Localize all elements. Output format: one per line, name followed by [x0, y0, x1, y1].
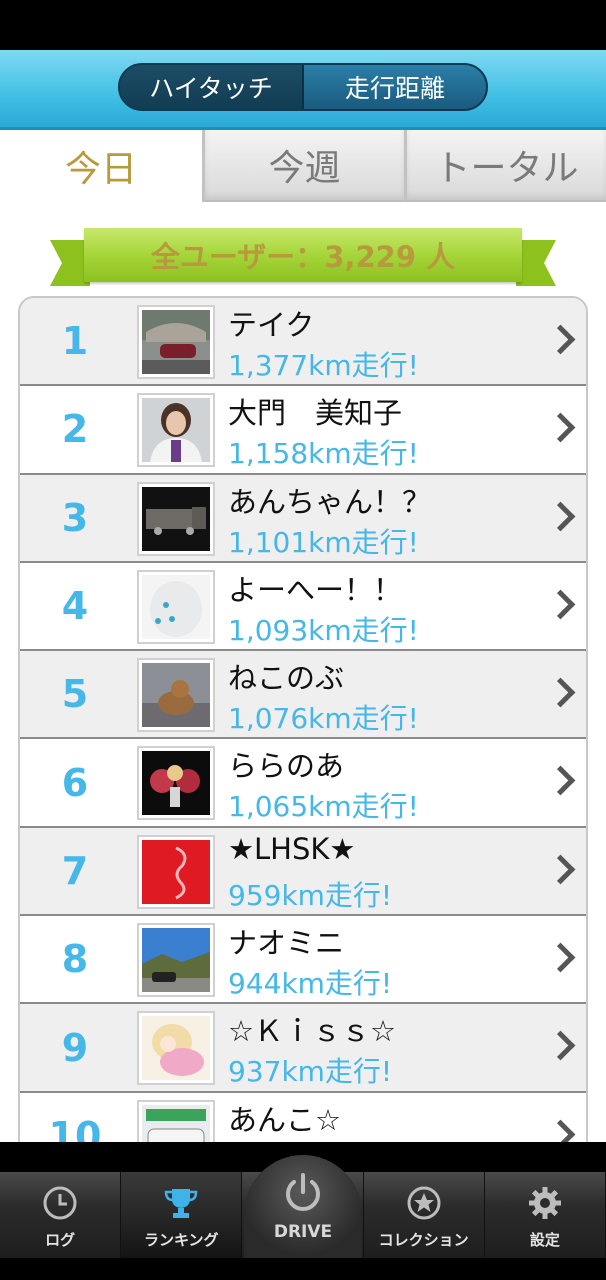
red-logo-icon [142, 839, 210, 904]
user-distance: 944km走行! [228, 967, 393, 1001]
clock-icon [43, 1186, 77, 1220]
rank-number: 8 [61, 937, 89, 982]
user-distance: 1,093km走行! [228, 613, 419, 647]
user-name: あんこ☆ [228, 1102, 341, 1137]
chevron-right-icon [548, 1119, 572, 1142]
tab-total[interactable]: トータル [404, 130, 606, 202]
ranking-row[interactable]: 1 テイク 1,377km走行! [20, 298, 586, 387]
rank-number: 10 [48, 1113, 102, 1142]
nav-log-label: ログ [45, 1231, 76, 1249]
ranking-row[interactable]: 9 ☆Ｋｉｓｓ☆ 937km走行! [20, 1004, 586, 1093]
banner-ribbon-right [516, 240, 556, 286]
ranking-row[interactable]: 7 ★LHSK★ 959km走行! [20, 827, 586, 917]
user-avatar [137, 305, 215, 379]
user-avatar [137, 1011, 215, 1086]
chevron-right-icon [548, 412, 572, 446]
anime-girl-art-icon [142, 1016, 210, 1081]
ranking-row[interactable]: 10 あんこ☆ [20, 1092, 586, 1142]
ranking-row[interactable]: 6 ららのあ 1,065km走行! [20, 739, 586, 828]
drive-label: DRIVE [273, 1222, 333, 1242]
nav-log[interactable]: ログ [0, 1172, 122, 1258]
rank-number: 1 [61, 319, 89, 364]
rank-number: 2 [61, 407, 89, 452]
user-avatar [137, 481, 215, 556]
ranking-row[interactable]: 4 よーへー！！ 1,093km走行! [20, 562, 586, 652]
user-distance: 959km走行! [228, 878, 393, 912]
nav-ranking-label: ランキング [144, 1231, 219, 1249]
drive-button[interactable]: DRIVE [244, 1155, 362, 1260]
ranking-row[interactable]: 8 ナオミニ 944km走行! [20, 916, 586, 1005]
nav-collection-label: コレクション [378, 1231, 469, 1249]
car-sticker-photo-icon [142, 1104, 210, 1142]
user-avatar [137, 834, 215, 909]
user-avatar [137, 1099, 215, 1142]
user-name: ららのあ [228, 749, 345, 784]
ranking-row[interactable]: 3 あんちゃん！？ 1,101km走行! [20, 474, 586, 563]
rank-number: 5 [61, 672, 89, 717]
car-photo-icon [142, 310, 210, 374]
header: ハイタッチ 走行距離 [0, 50, 606, 130]
chevron-right-icon [548, 324, 572, 358]
user-distance: 1,377km走行! [228, 349, 419, 382]
user-avatar [137, 393, 215, 468]
user-name: よーへー！！ [228, 572, 403, 607]
rank-number: 4 [61, 584, 89, 629]
segment-distance[interactable]: 走行距離 [304, 65, 486, 109]
plush-photo-icon [142, 574, 210, 639]
user-name: ナオミニ [228, 926, 345, 961]
rank-number: 7 [61, 848, 89, 893]
chevron-right-icon [548, 765, 572, 799]
gear-icon [528, 1187, 561, 1219]
power-icon [286, 1173, 320, 1211]
landscape-car-photo-icon [142, 928, 210, 993]
user-name: あんちゃん！？ [228, 484, 432, 519]
chevron-right-icon [548, 677, 572, 711]
trophy-icon [165, 1189, 198, 1218]
chevron-right-icon [548, 1030, 572, 1064]
nav-ranking[interactable]: ランキング [121, 1172, 243, 1258]
user-avatar [137, 746, 215, 821]
user-count-banner: 全ユーザー：3,229 人 [50, 228, 556, 286]
ranking-list: 1 テイク 1,377km走行! 2 大門 美知子 1,158km走行! 3 あ… [18, 296, 588, 1142]
status-bar [0, 0, 606, 50]
rank-number: 6 [61, 760, 89, 805]
user-avatar [137, 569, 215, 644]
truck-photo-icon [142, 486, 210, 551]
period-tabs: 今日 今週 トータル [0, 130, 606, 202]
nav-collection[interactable]: コレクション [364, 1172, 485, 1258]
chevron-right-icon [548, 589, 572, 623]
star-badge-icon [407, 1186, 441, 1220]
mode-segmented-control: ハイタッチ 走行距離 [118, 63, 488, 111]
user-distance: 1,101km走行! [228, 525, 419, 559]
user-name: ねこのぶ [228, 661, 345, 696]
user-avatar [137, 923, 215, 998]
tab-this-week[interactable]: 今週 [202, 130, 404, 202]
ranking-row[interactable]: 2 大門 美知子 1,158km走行! [20, 386, 586, 475]
system-bar [0, 1258, 606, 1280]
user-distance: 1,065km走行! [228, 790, 419, 824]
user-count-text: 全ユーザー：3,229 人 [84, 228, 522, 282]
rank-number: 9 [61, 1025, 89, 1070]
rank-number: 3 [61, 495, 89, 540]
nav-settings[interactable]: 設定 [485, 1172, 606, 1258]
user-name: テイク [228, 308, 315, 342]
chevron-right-icon [548, 942, 572, 976]
person-photo-icon [142, 398, 210, 463]
user-name: 大門 美知子 [228, 396, 403, 431]
user-distance: 937km走行! [228, 1055, 393, 1089]
chevron-right-icon [548, 854, 572, 888]
segment-high-touch[interactable]: ハイタッチ [120, 65, 302, 109]
user-name: ☆Ｋｉｓｓ☆ [228, 1014, 396, 1049]
ranking-row[interactable]: 5 ねこのぶ 1,076km走行! [20, 651, 586, 740]
anime-art-icon [142, 751, 210, 816]
tab-today[interactable]: 今日 [0, 130, 202, 202]
user-name: ★LHSK★ [228, 831, 356, 866]
user-distance: 1,076km走行! [228, 702, 419, 736]
nav-settings-label: 設定 [529, 1231, 560, 1249]
dog-photo-icon [142, 663, 210, 728]
user-avatar [137, 658, 215, 733]
ranking-content: 今日 今週 トータル 全ユーザー：3,229 人 1 テイク 1,377km走行… [0, 130, 606, 1142]
user-distance: 1,158km走行! [228, 437, 419, 471]
chevron-right-icon [548, 501, 572, 535]
